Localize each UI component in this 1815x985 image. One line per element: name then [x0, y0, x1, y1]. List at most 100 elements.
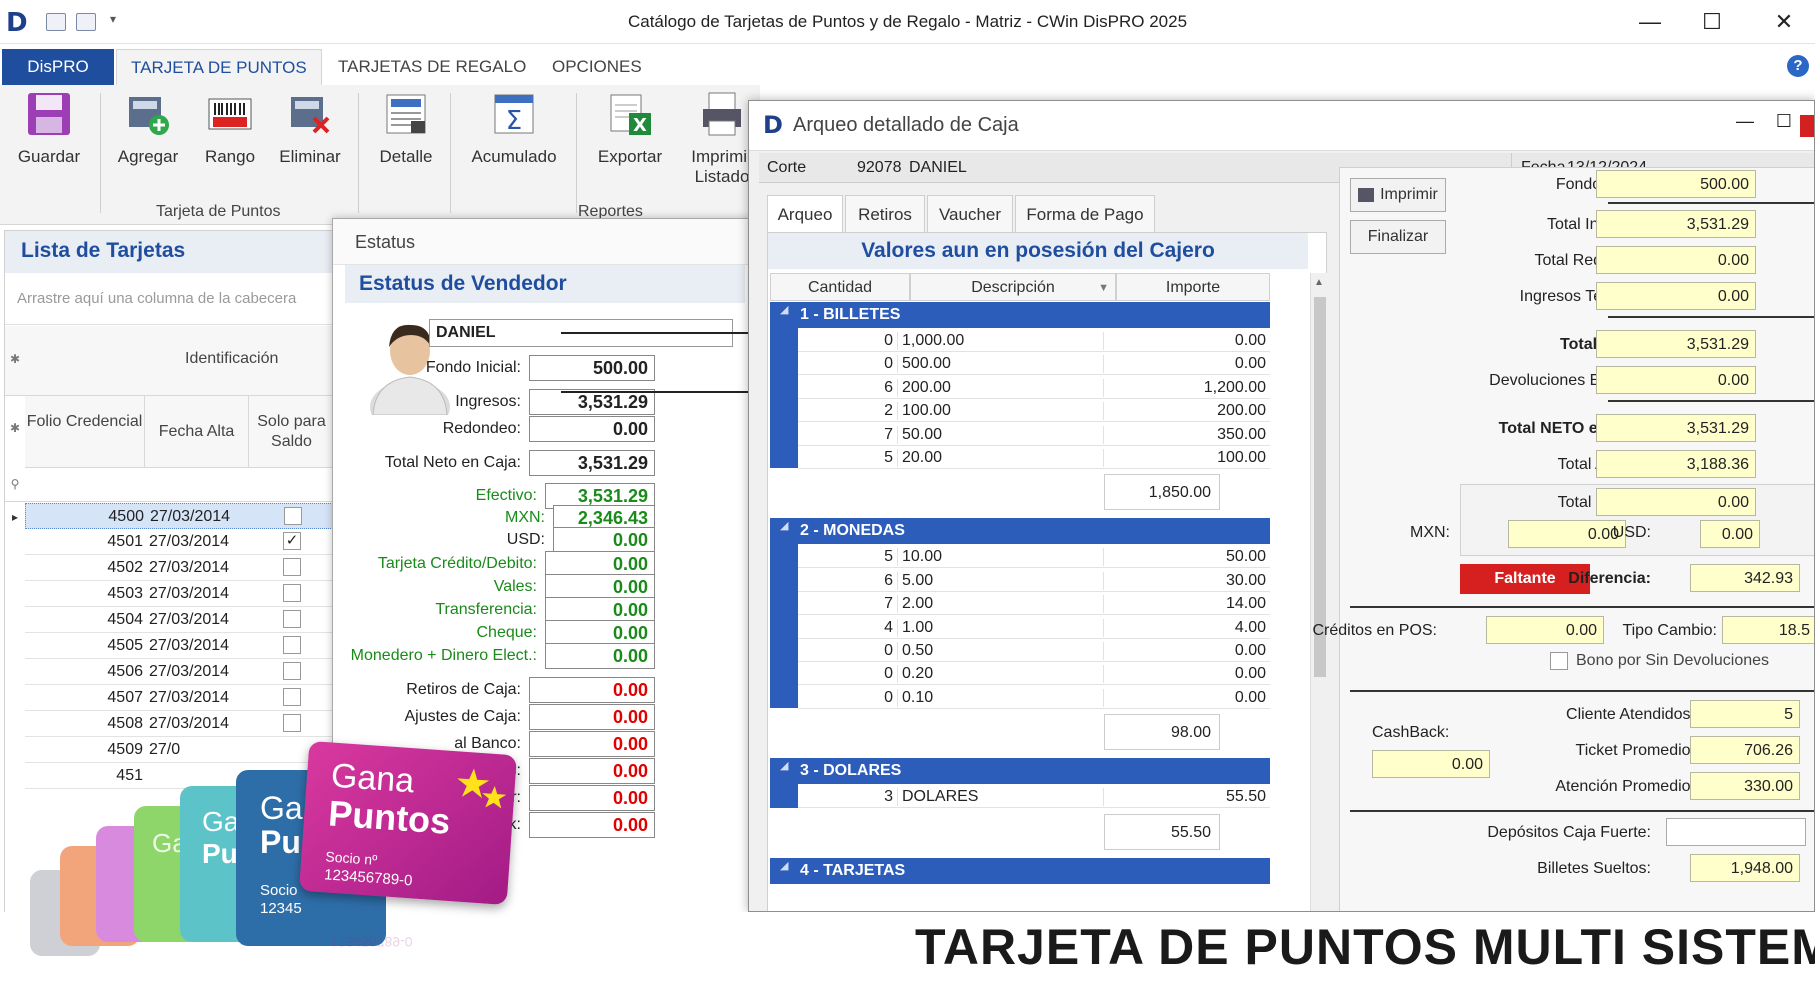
table-row[interactable]: 0 1,000.00 0.00 — [798, 328, 1270, 352]
tab-arqueo[interactable]: Arqueo — [767, 195, 843, 233]
ingresos-terceros-field[interactable]: 0.00 — [1596, 282, 1756, 310]
depositos-field[interactable] — [1666, 818, 1806, 846]
group-header[interactable]: 4 - TARJETAS — [770, 857, 1270, 884]
tab-retiros[interactable]: Retiros — [845, 195, 925, 233]
agregar-button[interactable]: Agregar — [112, 91, 184, 167]
solo-saldo-checkbox[interactable] — [283, 584, 301, 602]
table-row[interactable]: 7 2.00 14.00 — [798, 591, 1270, 616]
group-header[interactable]: 1 - BILLETES — [770, 302, 1270, 328]
guardar-button[interactable]: Guardar — [16, 91, 82, 167]
collapse-icon[interactable]: ◢ — [780, 519, 788, 532]
usd-field[interactable]: 0.00 — [1700, 520, 1760, 548]
column-filter-icon[interactable]: ▼ — [1098, 274, 1109, 302]
table-row[interactable]: 5 10.00 50.00 — [798, 544, 1270, 569]
cantidad-cell[interactable]: 2 — [798, 402, 898, 421]
group-drag-hint[interactable]: Arrastre aquí una columna de la cabecera — [5, 273, 333, 325]
col-header-fecha[interactable]: Fecha Alta — [145, 396, 249, 468]
collapse-icon[interactable]: ◢ — [780, 859, 788, 872]
col-header-cantidad[interactable]: Cantidad — [770, 273, 910, 301]
filter-row[interactable]: ⚲ — [5, 468, 335, 502]
bono-checkbox[interactable] — [1550, 652, 1568, 670]
table-row[interactable]: 0 500.00 0.00 — [798, 351, 1270, 376]
solo-saldo-checkbox[interactable] — [283, 558, 301, 576]
scroll-up-icon[interactable]: ▲ — [1314, 277, 1324, 288]
tab-forma-de-pago[interactable]: Forma de Pago — [1015, 195, 1155, 233]
clientes-field[interactable]: 5 — [1690, 700, 1800, 728]
total-neto-caja-field[interactable]: 3,531.29 — [1596, 414, 1756, 442]
total-retiros-field[interactable]: 0.00 — [1596, 488, 1756, 516]
solo-saldo-checkbox[interactable] — [283, 714, 301, 732]
col-header-solo-saldo[interactable]: Solo para Saldo — [249, 396, 335, 468]
table-row[interactable]: 4504 27/03/2014 — [25, 607, 335, 633]
cantidad-cell[interactable]: 0 — [798, 665, 898, 684]
rango-button[interactable]: Rango — [198, 91, 262, 167]
exportar-button[interactable]: X Exportar — [592, 91, 668, 167]
col-header-folio[interactable]: Folio Credencial — [25, 396, 145, 468]
table-row[interactable]: 0 0.10 0.00 — [798, 685, 1270, 709]
scrollbar-thumb[interactable] — [1314, 297, 1326, 677]
tipo-cambio-field[interactable]: 18.5 — [1722, 616, 1814, 644]
maximize-button[interactable]: ☐ — [1690, 6, 1734, 38]
close-button[interactable]: ✕ — [1762, 6, 1806, 38]
cantidad-cell[interactable]: 5 — [798, 449, 898, 467]
solo-saldo-checkbox[interactable] — [284, 507, 302, 525]
fondo-inicial-field[interactable]: 500.00 — [1596, 170, 1756, 198]
atencion-field[interactable]: 330.00 — [1690, 772, 1800, 800]
cantidad-cell[interactable]: 0 — [798, 355, 898, 374]
detalle-button[interactable]: Detalle — [372, 91, 440, 167]
cantidad-cell[interactable]: 6 — [798, 571, 898, 590]
cantidad-cell[interactable]: 7 — [798, 595, 898, 614]
cashback-field[interactable]: 0.00 — [1372, 750, 1490, 778]
devoluciones-field[interactable]: 0.00 — [1596, 366, 1756, 394]
table-row[interactable]: 2 100.00 200.00 — [798, 398, 1270, 423]
cantidad-cell[interactable]: 4 — [798, 618, 898, 637]
group-header[interactable]: 3 - DOLARES — [770, 758, 1270, 785]
help-icon[interactable]: ? — [1787, 55, 1809, 77]
eliminar-button[interactable]: Eliminar — [274, 91, 346, 167]
cantidad-cell[interactable]: 0 — [798, 642, 898, 660]
acumulado-button[interactable]: Σ Acumulado — [464, 91, 564, 167]
arqueo-minimize-button[interactable]: — — [1736, 111, 1754, 132]
tab-tarjetas-de-regalo[interactable]: TARJETAS DE REGALO — [324, 49, 540, 85]
finalizar-button[interactable]: Finalizar — [1350, 220, 1446, 254]
collapse-icon[interactable]: ◢ — [780, 759, 788, 772]
cantidad-cell[interactable]: 0 — [798, 332, 898, 350]
cantidad-cell[interactable]: 0 — [798, 688, 898, 707]
total-redondeo-field[interactable]: 0.00 — [1596, 246, 1756, 274]
minimize-button[interactable]: — — [1628, 6, 1672, 38]
total-ingresos-field[interactable]: 3,531.29 — [1596, 210, 1756, 238]
solo-saldo-checkbox[interactable] — [283, 636, 301, 654]
tab-tarjeta-de-puntos[interactable]: TARJETA DE PUNTOS — [116, 49, 322, 85]
vertical-scrollbar[interactable]: ▲ — [1310, 273, 1328, 911]
cantidad-cell[interactable]: 5 — [798, 548, 898, 567]
table-row[interactable]: 4502 27/03/2014 — [25, 555, 335, 581]
cantidad-cell[interactable]: 7 — [798, 425, 898, 444]
mxn-field[interactable]: 0.00 — [1508, 520, 1626, 548]
group-header[interactable]: 2 - MONEDAS — [770, 518, 1270, 545]
total-neto-field[interactable]: 3,531.29 — [1596, 330, 1756, 358]
cantidad-cell[interactable]: 6 — [798, 378, 898, 397]
solo-saldo-checkbox[interactable]: ✓ — [283, 532, 301, 550]
tab-opciones[interactable]: OPCIONES — [538, 49, 656, 85]
table-row[interactable]: 0 0.50 0.00 — [798, 638, 1270, 662]
creditos-field[interactable]: 0.00 — [1486, 616, 1604, 644]
solo-saldo-checkbox[interactable] — [283, 610, 301, 628]
total-arqueo-field[interactable]: 3,188.36 — [1596, 450, 1756, 478]
table-row[interactable]: 4507 27/03/2014 — [25, 685, 335, 711]
table-row[interactable]: 6 200.00 1,200.00 — [798, 375, 1270, 399]
table-row[interactable]: 6 5.00 30.00 — [798, 568, 1270, 592]
col-header-descripcion[interactable]: Descripción ▼ — [910, 273, 1116, 301]
tab-vaucher[interactable]: Vaucher — [927, 195, 1013, 233]
table-row[interactable]: 3 DOLARES 55.50 — [798, 784, 1270, 809]
table-row[interactable]: 4 1.00 4.00 — [798, 615, 1270, 639]
table-row[interactable]: 7 50.00 350.00 — [798, 422, 1270, 446]
collapse-icon[interactable]: ◢ — [780, 303, 788, 316]
col-header-importe[interactable]: Importe — [1116, 273, 1270, 301]
table-row[interactable]: 4506 27/03/2014 — [25, 659, 335, 685]
imprimir-button[interactable]: Imprimir — [1350, 178, 1446, 212]
table-row[interactable]: 0 0.20 0.00 — [798, 661, 1270, 686]
table-row[interactable]: 4500 27/03/2014 — [25, 503, 335, 529]
table-row[interactable]: 4503 27/03/2014 — [25, 581, 335, 607]
arqueo-close-button[interactable] — [1800, 115, 1814, 137]
diferencia-field[interactable]: 342.93 — [1690, 564, 1800, 592]
